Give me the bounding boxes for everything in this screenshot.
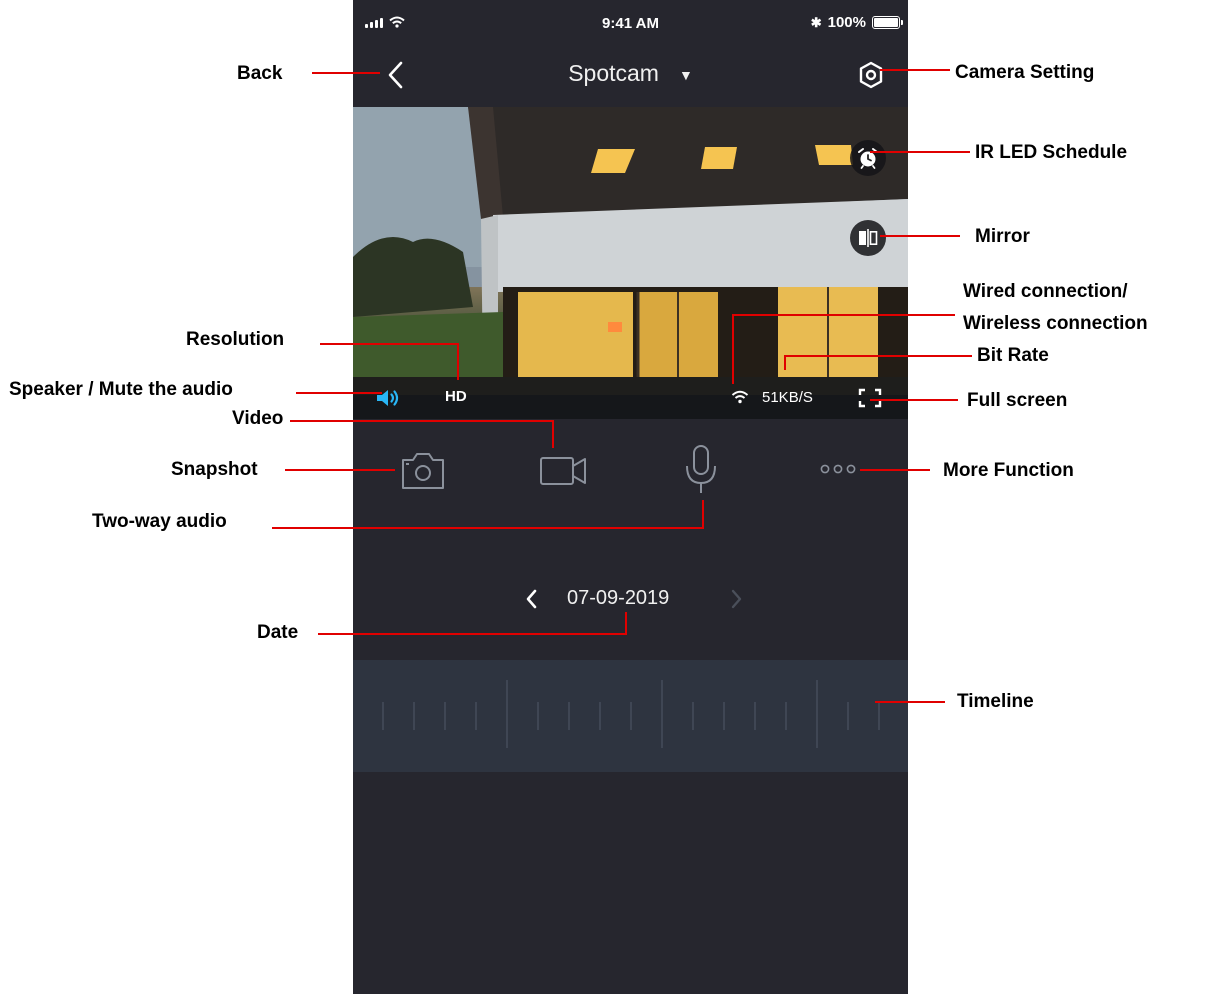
annotation-timeline: Timeline bbox=[957, 691, 1034, 712]
settings-icon[interactable] bbox=[857, 60, 885, 90]
annotation-full-screen: Full screen bbox=[967, 390, 1068, 411]
camera-name: Spotcam bbox=[568, 60, 659, 86]
camera-feed-image bbox=[353, 107, 908, 419]
status-bar: 9:41 AM ✱ 100% bbox=[353, 0, 908, 48]
resolution-toggle[interactable]: HD bbox=[445, 388, 467, 405]
video-record-icon[interactable] bbox=[539, 454, 589, 488]
bit-rate-label: 51KB/S bbox=[762, 389, 813, 406]
timeline[interactable] bbox=[353, 660, 908, 772]
annotation-back: Back bbox=[237, 63, 283, 84]
bluetooth-icon: ✱ bbox=[810, 14, 822, 30]
wifi-connection-icon bbox=[731, 390, 749, 404]
annotation-connection-line1: Wired connection/ bbox=[963, 281, 1128, 302]
chevron-left-icon[interactable] bbox=[521, 586, 543, 612]
battery-icon bbox=[872, 16, 903, 29]
more-dots-icon[interactable] bbox=[819, 462, 861, 476]
phone-screen: 9:41 AM ✱ 100% Spotcam ▼ HD 51KB/S 07-09… bbox=[353, 0, 908, 994]
snapshot-camera-icon[interactable] bbox=[400, 448, 446, 492]
fullscreen-icon[interactable] bbox=[858, 388, 882, 408]
annotation-connection-line2: Wireless connection bbox=[963, 313, 1148, 334]
ir-led-schedule-button[interactable] bbox=[850, 140, 886, 176]
annotation-bit-rate: Bit Rate bbox=[977, 345, 1049, 366]
mirror-button[interactable] bbox=[850, 220, 886, 256]
annotation-more-function: More Function bbox=[943, 460, 1074, 481]
timeline-ticks bbox=[382, 680, 880, 748]
annotation-video: Video bbox=[232, 408, 284, 429]
date-label[interactable]: 07-09-2019 bbox=[567, 587, 669, 610]
action-bar bbox=[353, 440, 908, 500]
speaker-icon[interactable] bbox=[375, 387, 401, 409]
annotation-two-way-audio: Two-way audio bbox=[92, 511, 227, 532]
microphone-icon[interactable] bbox=[683, 444, 719, 496]
date-selector: 07-09-2019 bbox=[353, 584, 908, 614]
annotation-speaker: Speaker / Mute the audio bbox=[9, 379, 233, 400]
annotation-snapshot: Snapshot bbox=[171, 459, 258, 480]
mirror-icon bbox=[859, 229, 878, 247]
battery-percent: 100% bbox=[827, 14, 866, 31]
annotation-date: Date bbox=[257, 622, 299, 643]
camera-selector[interactable]: Spotcam ▼ bbox=[353, 60, 908, 87]
status-right: ✱ 100% bbox=[810, 14, 903, 31]
annotation-mirror: Mirror bbox=[975, 226, 1030, 247]
annotation-resolution: Resolution bbox=[186, 329, 285, 350]
alarm-clock-icon bbox=[858, 148, 878, 169]
nav-bar: Spotcam ▼ bbox=[353, 48, 908, 104]
caret-down-icon: ▼ bbox=[678, 66, 693, 83]
live-video-view[interactable]: HD 51KB/S bbox=[353, 107, 908, 419]
chevron-right-icon[interactable] bbox=[725, 586, 747, 612]
annotation-camera-setting: Camera Setting bbox=[955, 62, 1095, 83]
annotation-ir-led-schedule: IR LED Schedule bbox=[975, 142, 1128, 163]
